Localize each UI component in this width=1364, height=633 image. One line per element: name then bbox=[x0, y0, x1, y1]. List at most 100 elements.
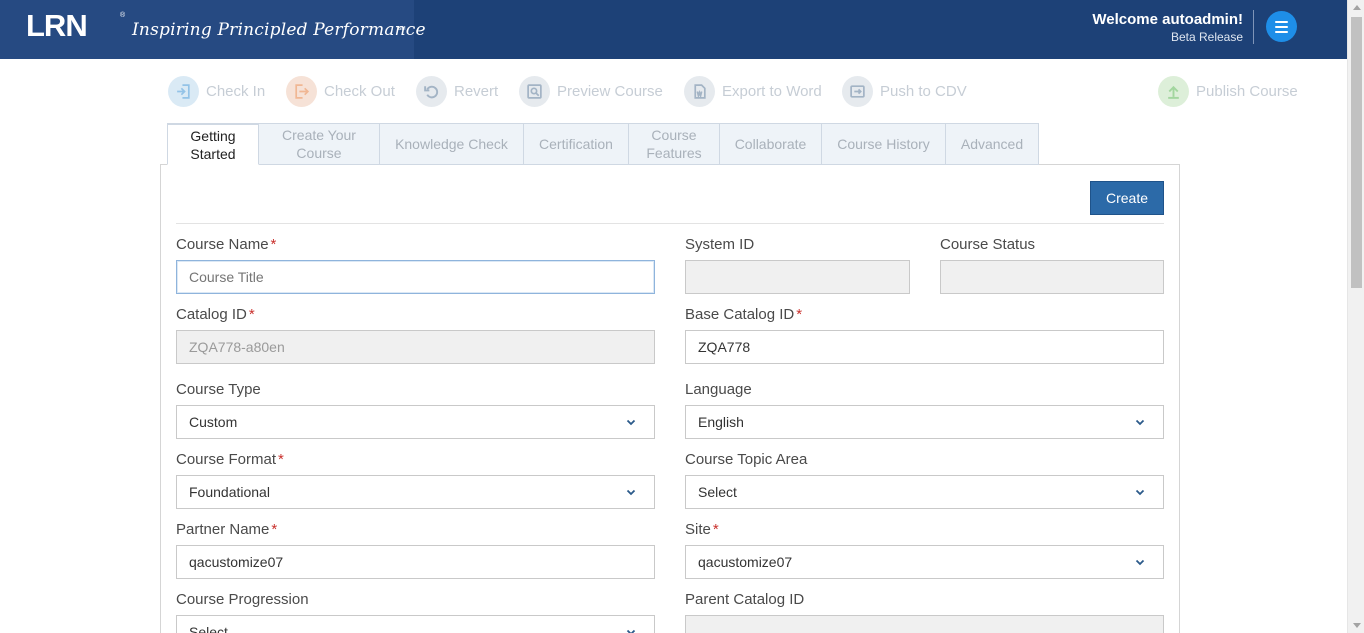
tagline-service-mark: SM bbox=[398, 26, 406, 32]
revert-label: Revert bbox=[454, 82, 499, 100]
export-to-word-label: Export to Word bbox=[722, 82, 822, 100]
revert-icon bbox=[416, 75, 447, 107]
catalog-id-label-text: Catalog ID bbox=[176, 306, 247, 323]
site-label-text: Site bbox=[685, 521, 711, 538]
course-tabs: Getting Started Create Your Course Knowl… bbox=[167, 123, 1039, 165]
course-type-label: Course Type bbox=[176, 381, 261, 398]
course-name-input[interactable] bbox=[176, 260, 655, 294]
menu-bar-icon bbox=[1275, 30, 1288, 33]
preview-course-label: Preview Course bbox=[557, 82, 663, 100]
check-in-label: Check In bbox=[206, 82, 266, 100]
course-name-label-text: Course Name bbox=[176, 236, 269, 253]
header-divider bbox=[1253, 10, 1254, 44]
publish-course-button[interactable]: Publish Course bbox=[1158, 75, 1298, 107]
course-format-label-text: Course Format bbox=[176, 451, 277, 468]
course-progression-label: Course Progression bbox=[176, 591, 309, 608]
tab-course-history[interactable]: Course History bbox=[822, 123, 946, 165]
export-to-word-button[interactable]: Export to Word bbox=[684, 75, 822, 107]
scroll-down-arrow-icon[interactable] bbox=[1353, 623, 1361, 628]
check-in-button[interactable]: Check In bbox=[168, 75, 265, 107]
tagline: Inspiring Principled Performance bbox=[132, 20, 426, 40]
required-marker: * bbox=[796, 306, 803, 323]
course-type-value: Custom bbox=[189, 414, 238, 430]
check-out-icon bbox=[286, 75, 317, 107]
chevron-down-icon bbox=[1135, 419, 1145, 426]
course-progression-select[interactable]: Select bbox=[176, 615, 655, 633]
parent-catalog-id-label: Parent Catalog ID bbox=[685, 591, 805, 608]
panel-divider bbox=[176, 223, 1164, 224]
top-header: LRN ® Inspiring Principled Performance S… bbox=[0, 0, 1347, 59]
welcome-text: Welcome autoadmin! bbox=[1092, 11, 1243, 28]
parent-catalog-id-field bbox=[685, 615, 1164, 633]
language-label: Language bbox=[685, 381, 752, 398]
required-marker: * bbox=[712, 521, 719, 538]
system-id-label: System ID bbox=[685, 236, 755, 253]
chevron-down-icon bbox=[626, 419, 636, 426]
course-topic-area-label: Course Topic Area bbox=[685, 451, 808, 468]
course-status-field bbox=[940, 260, 1164, 294]
menu-bar-icon bbox=[1275, 20, 1288, 23]
partner-name-label: Partner Name * bbox=[176, 521, 277, 538]
required-marker: * bbox=[278, 451, 284, 468]
revert-button[interactable]: Revert bbox=[416, 75, 498, 107]
publish-icon bbox=[1158, 75, 1189, 107]
tab-advanced[interactable]: Advanced bbox=[946, 123, 1039, 165]
push-to-cdv-button[interactable]: Push to CDV bbox=[842, 75, 967, 107]
create-button[interactable]: Create bbox=[1090, 181, 1164, 215]
chevron-down-icon bbox=[626, 489, 636, 496]
partner-name-label-text: Partner Name bbox=[176, 521, 270, 538]
push-to-cdv-label: Push to CDV bbox=[880, 82, 967, 100]
required-marker: * bbox=[270, 236, 277, 253]
base-catalog-id-input[interactable]: ZQA778 bbox=[685, 330, 1164, 364]
course-name-label: Course Name * bbox=[176, 236, 276, 253]
tab-collaborate[interactable]: Collaborate bbox=[720, 123, 822, 165]
system-id-field bbox=[685, 260, 910, 294]
course-status-label: Course Status bbox=[940, 236, 1036, 253]
preview-course-button[interactable]: Preview Course bbox=[519, 75, 663, 107]
base-catalog-id-label: Base Catalog ID * bbox=[685, 306, 802, 323]
base-catalog-id-label-text: Base Catalog ID bbox=[685, 306, 795, 323]
check-in-icon bbox=[168, 75, 199, 107]
tab-course-features[interactable]: Course Features bbox=[629, 123, 720, 165]
required-marker: * bbox=[248, 306, 255, 323]
course-topic-area-select[interactable]: Select bbox=[685, 475, 1164, 509]
catalog-id-field: ZQA778-a80en bbox=[176, 330, 655, 364]
tab-certification[interactable]: Certification bbox=[524, 123, 629, 165]
user-welcome: Welcome autoadmin! Beta Release bbox=[1092, 11, 1243, 45]
course-type-select[interactable]: Custom bbox=[176, 405, 655, 439]
chevron-down-icon bbox=[626, 629, 636, 633]
publish-course-label: Publish Course bbox=[1196, 82, 1298, 100]
export-word-icon bbox=[684, 75, 715, 107]
hamburger-menu-button[interactable] bbox=[1266, 11, 1297, 42]
language-value: English bbox=[698, 414, 744, 430]
required-marker: * bbox=[271, 521, 278, 538]
site-value: qacustomize07 bbox=[698, 554, 793, 570]
site-label: Site * bbox=[685, 521, 719, 538]
check-out-label: Check Out bbox=[324, 82, 395, 100]
tab-getting-started[interactable]: Getting Started bbox=[167, 123, 259, 165]
logo-registered-mark: ® bbox=[120, 12, 126, 19]
page-scrollbar[interactable] bbox=[1347, 0, 1364, 633]
scroll-thumb[interactable] bbox=[1351, 17, 1362, 288]
logo-lrn-text: LRN bbox=[26, 8, 88, 43]
release-text: Beta Release bbox=[1170, 30, 1243, 44]
course-format-value: Foundational bbox=[189, 484, 270, 500]
preview-icon bbox=[519, 75, 550, 107]
chevron-down-icon bbox=[1135, 489, 1145, 496]
site-select[interactable]: qacustomize07 bbox=[685, 545, 1164, 579]
partner-name-input[interactable]: qacustomize07 bbox=[176, 545, 655, 579]
menu-bar-icon bbox=[1275, 25, 1288, 28]
tab-create-your-course[interactable]: Create Your Course bbox=[259, 123, 380, 165]
catalog-id-label: Catalog ID * bbox=[176, 306, 255, 323]
language-select[interactable]: English bbox=[685, 405, 1164, 439]
course-progression-value: Select bbox=[189, 624, 228, 633]
scroll-up-arrow-icon[interactable] bbox=[1353, 5, 1361, 10]
course-topic-area-value: Select bbox=[698, 484, 737, 500]
push-cdv-icon bbox=[842, 75, 873, 107]
app-root: LRN ® Inspiring Principled Performance S… bbox=[0, 0, 1364, 633]
brand-logo[interactable]: LRN ® Inspiring Principled Performance S… bbox=[0, 0, 426, 59]
course-format-label: Course Format * bbox=[176, 451, 284, 468]
tab-knowledge-check[interactable]: Knowledge Check bbox=[380, 123, 524, 165]
check-out-button[interactable]: Check Out bbox=[286, 75, 395, 107]
course-format-select[interactable]: Foundational bbox=[176, 475, 655, 509]
